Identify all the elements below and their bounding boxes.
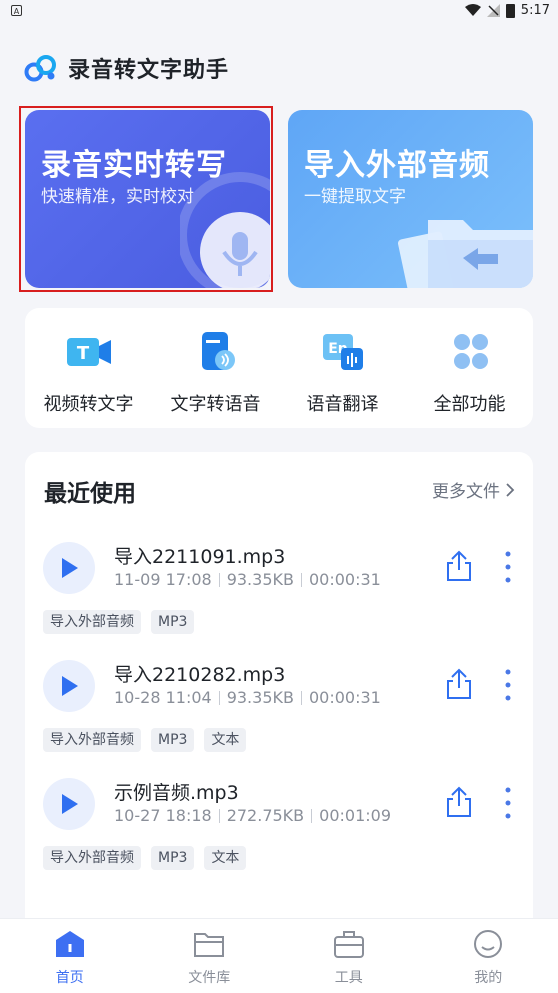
- tag: MP3: [151, 846, 194, 870]
- file-name: 导入2210282.mp3: [114, 660, 285, 687]
- profile-icon: [471, 928, 505, 960]
- nav-label: 工具: [279, 967, 419, 987]
- play-icon: [61, 557, 79, 579]
- file-duration: 00:01:09: [319, 806, 391, 825]
- folder-icon: [192, 928, 226, 960]
- play-button[interactable]: [43, 542, 95, 594]
- toolbox-icon: [332, 928, 366, 960]
- share-icon[interactable]: [445, 550, 473, 582]
- file-item[interactable]: 导入2210282.mp3 10-28 11:04 93.35KB 00:00:…: [25, 650, 533, 760]
- feature-label: 文字转语音: [152, 390, 279, 416]
- recent-files-card: 最近使用 更多文件 导入2211091.mp3 11-09 17:08 93.3…: [25, 452, 533, 922]
- recent-title: 最近使用: [44, 474, 136, 508]
- notification-icon: A: [11, 5, 22, 16]
- nav-tools[interactable]: 工具: [279, 919, 419, 993]
- app-title: 录音转文字助手: [68, 52, 229, 84]
- more-options-icon[interactable]: [503, 786, 513, 820]
- bottom-navigation: 首页 文件库 工具 我的: [0, 918, 558, 993]
- play-icon: [61, 793, 79, 815]
- status-icons: 5:17: [465, 3, 550, 18]
- share-icon[interactable]: [445, 668, 473, 700]
- signal-icon: [487, 4, 500, 17]
- nav-label: 我的: [419, 967, 558, 987]
- feature-text-to-speech[interactable]: 文字转语音: [152, 308, 279, 428]
- video-to-text-icon: T: [65, 330, 113, 374]
- file-duration: 00:00:31: [309, 570, 381, 589]
- file-tags: 导入外部音频 MP3: [43, 610, 194, 634]
- tag: 导入外部音频: [43, 728, 141, 752]
- play-icon: [61, 675, 79, 697]
- tag: 文本: [204, 728, 246, 752]
- record-transcribe-card[interactable]: 录音实时转写 快速精准，实时校对: [25, 110, 270, 288]
- file-name: 导入2211091.mp3: [114, 542, 285, 569]
- file-tags: 导入外部音频 MP3 文本: [43, 846, 246, 870]
- all-features-icon: [446, 330, 494, 374]
- app-logo-icon: [24, 53, 58, 83]
- status-time: 5:17: [521, 3, 550, 18]
- chevron-right-icon: [506, 483, 515, 497]
- more-files-link[interactable]: 更多文件: [432, 477, 515, 502]
- tag: MP3: [151, 610, 194, 634]
- import-card-title: 导入外部音频: [304, 140, 490, 184]
- status-bar: A 5:17: [0, 0, 558, 24]
- app-header: 录音转文字助手: [24, 52, 229, 84]
- nav-home[interactable]: 首页: [0, 919, 140, 993]
- wifi-icon: [465, 4, 481, 17]
- feature-label: 全部功能: [406, 390, 533, 416]
- play-button[interactable]: [43, 660, 95, 712]
- file-name: 示例音频.mp3: [114, 778, 239, 805]
- file-item[interactable]: 示例音频.mp3 10-27 18:18 272.75KB 00:01:09 导…: [25, 768, 533, 878]
- feature-label: 视频转文字: [25, 390, 152, 416]
- file-meta: 10-27 18:18 272.75KB 00:01:09: [114, 806, 391, 825]
- feature-row: T 视频转文字 文字转语音 En 语音翻译 全部功能: [25, 308, 533, 428]
- more-options-icon[interactable]: [503, 550, 513, 584]
- nav-files[interactable]: 文件库: [140, 919, 280, 993]
- share-icon[interactable]: [445, 786, 473, 818]
- record-card-subtitle: 快速精准，实时校对: [41, 182, 194, 207]
- tag: 导入外部音频: [43, 610, 141, 634]
- more-files-label: 更多文件: [432, 477, 500, 502]
- import-audio-card[interactable]: 导入外部音频 一键提取文字: [288, 110, 533, 288]
- voice-translate-icon: En: [319, 330, 367, 374]
- feature-video-to-text[interactable]: T 视频转文字: [25, 308, 152, 428]
- import-card-subtitle: 一键提取文字: [304, 182, 406, 207]
- file-item[interactable]: 导入2211091.mp3 11-09 17:08 93.35KB 00:00:…: [25, 532, 533, 642]
- file-size: 93.35KB: [227, 570, 294, 589]
- play-button[interactable]: [43, 778, 95, 830]
- home-icon: [53, 928, 87, 960]
- feature-all-features[interactable]: 全部功能: [406, 308, 533, 428]
- import-folder-icon: [398, 200, 533, 288]
- file-size: 272.75KB: [227, 806, 304, 825]
- tag: MP3: [151, 728, 194, 752]
- more-options-icon[interactable]: [503, 668, 513, 702]
- tag: 导入外部音频: [43, 846, 141, 870]
- feature-label: 语音翻译: [279, 390, 406, 416]
- nav-label: 文件库: [140, 967, 280, 987]
- feature-voice-translate[interactable]: En 语音翻译: [279, 308, 406, 428]
- svg-text:T: T: [76, 343, 89, 364]
- file-meta: 10-28 11:04 93.35KB 00:00:31: [114, 688, 381, 707]
- text-to-speech-icon: [192, 330, 240, 374]
- nav-label: 首页: [0, 967, 140, 987]
- file-size: 93.35KB: [227, 688, 294, 707]
- nav-profile[interactable]: 我的: [419, 919, 558, 993]
- file-date: 10-27 18:18: [114, 806, 212, 825]
- file-meta: 11-09 17:08 93.35KB 00:00:31: [114, 570, 381, 589]
- tag: 文本: [204, 846, 246, 870]
- file-date: 10-28 11:04: [114, 688, 212, 707]
- file-duration: 00:00:31: [309, 688, 381, 707]
- record-card-title: 录音实时转写: [41, 140, 227, 184]
- file-tags: 导入外部音频 MP3 文本: [43, 728, 246, 752]
- file-date: 11-09 17:08: [114, 570, 212, 589]
- battery-icon: [506, 4, 515, 18]
